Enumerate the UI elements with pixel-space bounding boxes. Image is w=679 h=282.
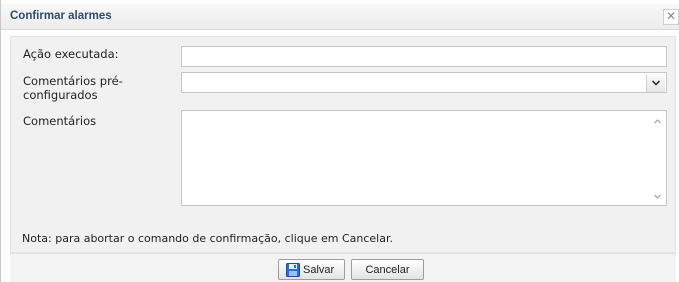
preset-comments-select[interactable] [181,72,667,93]
preset-comments-label-line1: Comentários pré- [23,74,123,88]
comments-label: Comentários [23,114,97,128]
confirm-alarms-dialog: Confirmar alarmes ✕ Ação executada: Come… [0,0,679,282]
dialog-body: Ação executada: Comentários pré- configu… [10,36,676,253]
dialog-footer: Salvar Cancelar [10,253,676,282]
action-executed-label: Ação executada: [23,47,119,61]
dialog-title: Confirmar alarmes [10,10,112,22]
dialog-titlebar: Confirmar alarmes ✕ [1,4,679,30]
save-button-label: Salvar [303,263,335,276]
preset-comments-label-line2: configurados [23,88,98,102]
save-button[interactable]: Salvar [278,259,345,280]
action-executed-input[interactable] [181,46,667,67]
chevron-down-icon[interactable] [646,74,665,92]
comments-textarea[interactable] [181,110,667,206]
abort-note: Nota: para abortar o comando de confirma… [22,232,393,245]
cancel-button[interactable]: Cancelar [351,259,424,280]
preset-comments-label: Comentários pré- configurados [23,74,123,102]
close-icon[interactable]: ✕ [663,9,679,25]
floppy-disk-icon [286,262,300,277]
cancel-button-label: Cancelar [365,263,410,276]
scroll-up-icon[interactable] [653,117,662,126]
scroll-down-icon[interactable] [653,192,662,201]
